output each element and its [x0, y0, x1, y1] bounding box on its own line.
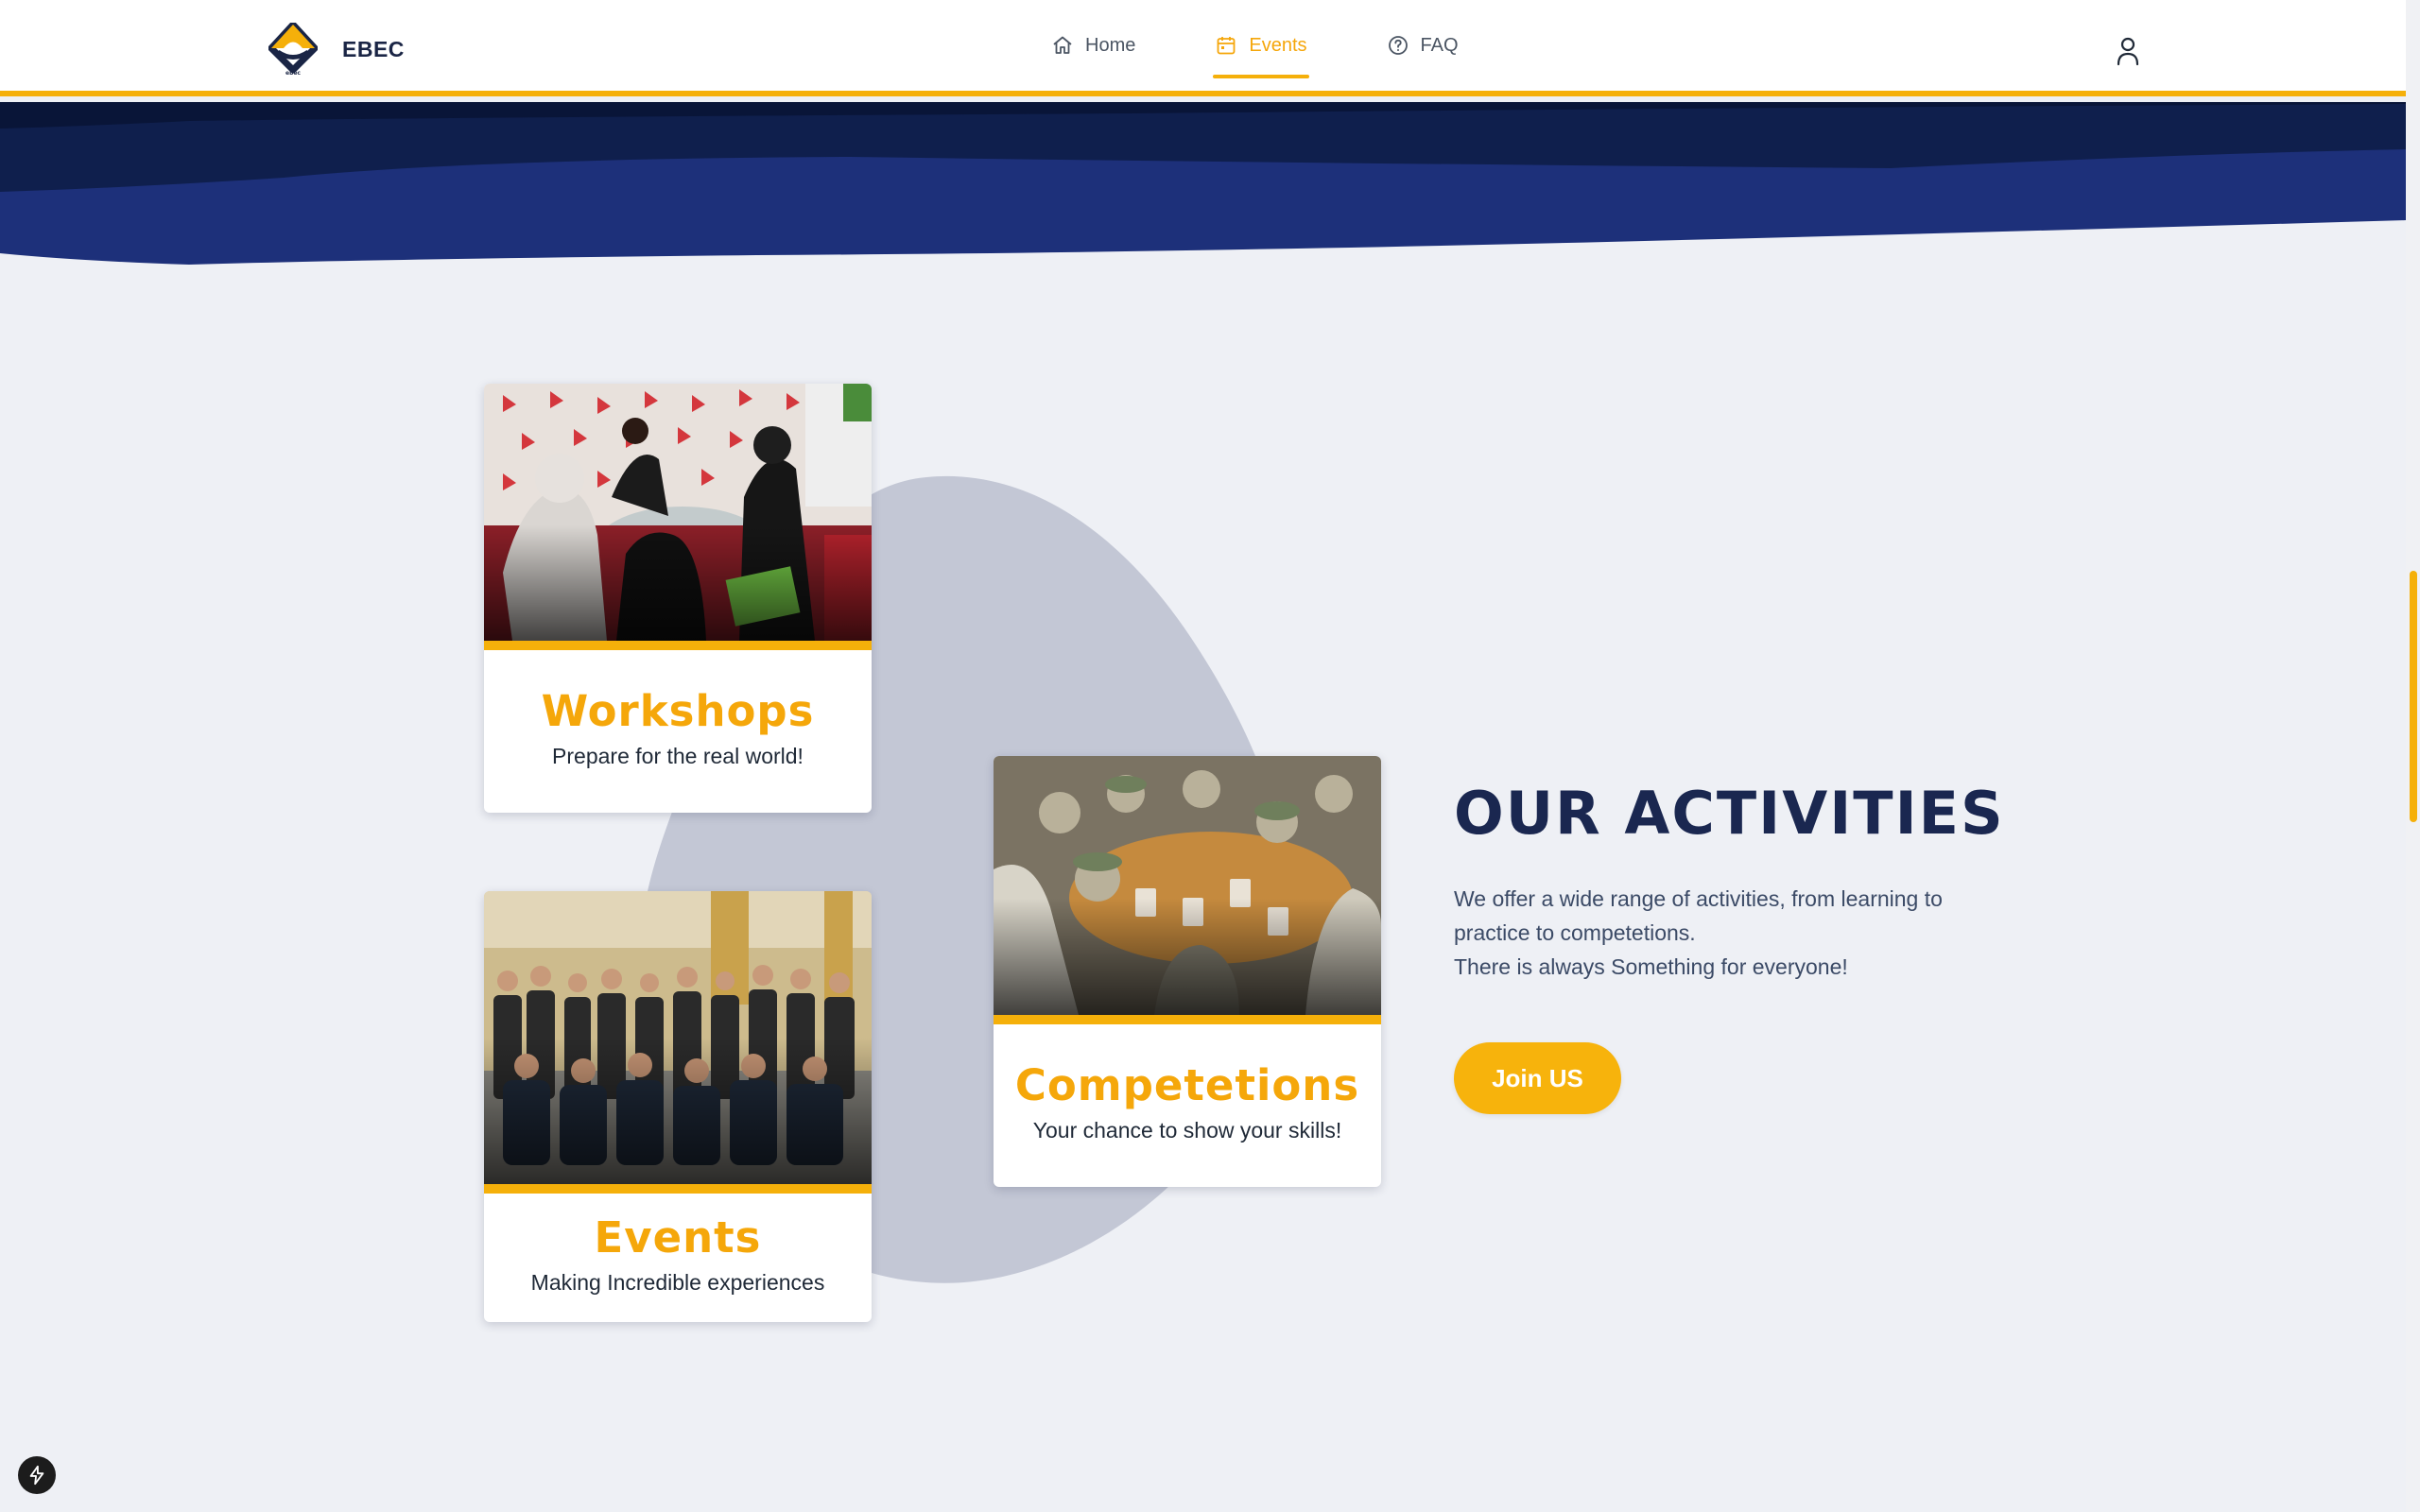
brand-name: EBEC [342, 36, 405, 61]
hero-wave [0, 102, 2406, 272]
join-us-button[interactable]: Join US [1454, 1042, 1621, 1114]
floating-action-button[interactable] [18, 1456, 56, 1494]
main-nav: Home Events FAQ [1049, 0, 1536, 91]
card-competitions[interactable]: Competetions Your chance to show your sk… [994, 756, 1381, 1187]
activities-description: We offer a wide range of activities, fro… [1454, 882, 2040, 984]
card-accent-bar [484, 1184, 872, 1194]
description-line: We offer a wide range of activities, fro… [1454, 886, 1943, 911]
help-circle-icon [1388, 36, 1408, 55]
nav-item-home[interactable]: Home [1049, 0, 1137, 91]
activities-section: OUR ACTIVITIES We offer a wide range of … [1454, 779, 2040, 1114]
card-title: Events [594, 1212, 762, 1263]
nav-label-home: Home [1085, 34, 1136, 56]
card-subtitle: Making Incredible experiences [530, 1270, 825, 1295]
activities-heading: OUR ACTIVITIES [1454, 779, 2005, 848]
logo-caption: ebec [285, 70, 301, 76]
ebec-logo-icon: ebec [268, 23, 318, 76]
scrollbar-thumb[interactable] [2410, 571, 2417, 822]
card-title: Competetions [1014, 1060, 1360, 1110]
nav-item-events[interactable]: Events [1213, 0, 1309, 91]
nav-label-events: Events [1249, 34, 1307, 56]
events-photo [484, 891, 872, 1184]
description-line: There is always Something for everyone! [1454, 954, 1848, 979]
workshops-photo [484, 384, 872, 641]
card-title: Workshops [541, 686, 815, 736]
home-icon [1053, 36, 1072, 54]
card-accent-bar [994, 1015, 1381, 1024]
brand[interactable]: ebec EBEC [268, 23, 405, 76]
card-workshops[interactable]: Workshops Prepare for the real world! [484, 384, 872, 813]
calendar-icon [1217, 37, 1236, 55]
card-subtitle: Prepare for the real world! [552, 744, 804, 768]
nav-label-faq: FAQ [1420, 34, 1459, 56]
nav-item-faq[interactable]: FAQ [1385, 0, 1461, 91]
bolt-icon [29, 1465, 44, 1486]
card-events[interactable]: Events Making Incredible experiences [484, 891, 872, 1322]
user-icon[interactable] [2114, 36, 2142, 66]
card-accent-bar [484, 641, 872, 650]
description-line: practice to competetions. [1454, 920, 1696, 945]
navbar: ebec EBEC Home Events FAQ [0, 0, 2406, 96]
card-subtitle: Your chance to show your skills! [1032, 1118, 1342, 1143]
competitions-photo [994, 756, 1381, 1015]
